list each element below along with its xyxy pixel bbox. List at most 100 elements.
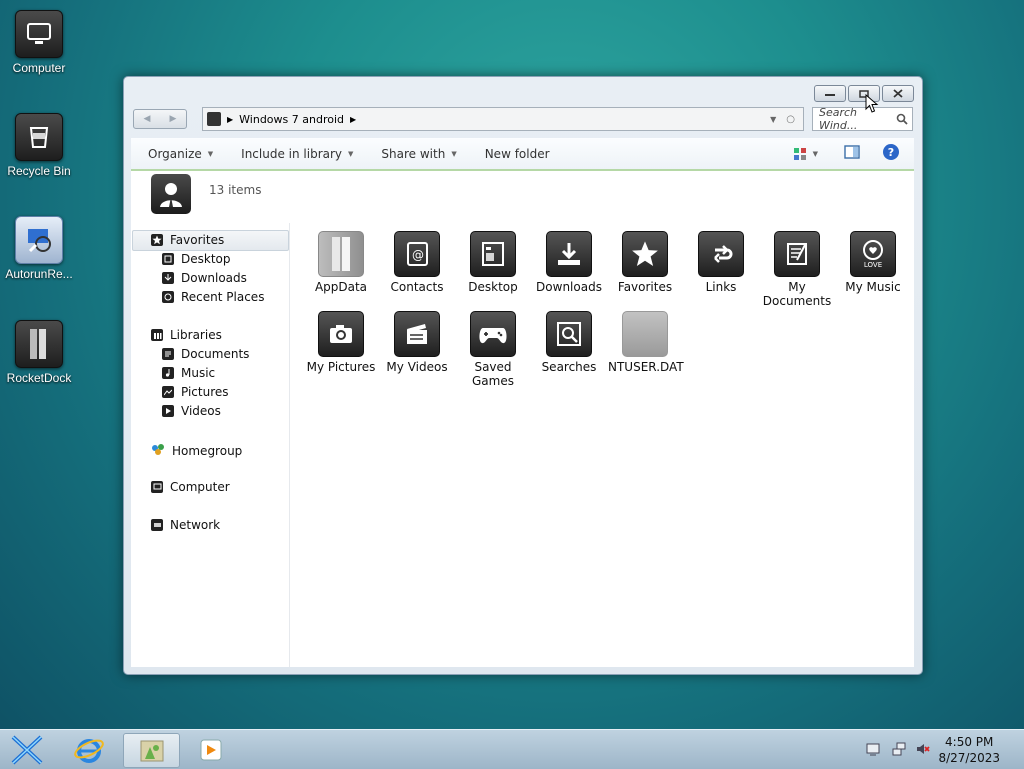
nav-recent-places[interactable]: Recent Places	[162, 290, 264, 304]
user-avatar-icon	[151, 174, 191, 214]
share-with-button[interactable]: Share with ▼	[381, 147, 456, 161]
taskbar-media-player[interactable]	[186, 733, 238, 766]
contacts-icon: @	[394, 231, 440, 277]
camera-icon	[318, 311, 364, 357]
nav-downloads[interactable]: Downloads	[162, 271, 247, 285]
recycle-bin-icon	[15, 113, 63, 161]
user-icon	[207, 112, 221, 126]
search-icon	[546, 311, 592, 357]
desktop-icon-autorun[interactable]: AutorunRe...	[4, 216, 74, 281]
preview-pane-button[interactable]	[844, 145, 860, 162]
minimize-button[interactable]	[814, 85, 846, 102]
window-controls	[814, 85, 914, 102]
clock-time: 4:50 PM	[945, 735, 994, 749]
file-item-favorites[interactable]: Favorites	[608, 231, 682, 294]
close-button[interactable]	[882, 85, 914, 102]
file-label: My Music	[845, 280, 901, 294]
search-box[interactable]: Search Wind...	[812, 106, 913, 132]
file-item-saved-games[interactable]: Saved Games	[456, 311, 530, 388]
chevron-right-icon[interactable]: ▶	[227, 115, 233, 124]
help-button[interactable]: ?	[882, 143, 900, 164]
file-item-my-videos[interactable]: My Videos	[380, 311, 454, 374]
command-bar: Organize ▼ Include in library ▼ Share with…	[131, 138, 914, 171]
nav-pictures[interactable]: Pictures	[162, 385, 229, 399]
file-item-appdata[interactable]: AppData	[304, 231, 378, 294]
network-icon[interactable]	[892, 742, 906, 756]
nav-computer[interactable]: Computer	[151, 480, 230, 494]
organize-button[interactable]: Organize ▼	[148, 147, 213, 161]
file-item-desktop[interactable]: Desktop	[456, 231, 530, 294]
desktop-icon-rocketdock[interactable]: RocketDock	[4, 320, 74, 385]
speaker-muted-icon[interactable]	[916, 742, 930, 756]
file-label: Links	[705, 280, 737, 294]
file-item-my-documents[interactable]: My Documents	[760, 231, 834, 308]
file-item-downloads[interactable]: Downloads	[532, 231, 606, 294]
file-label: My Videos	[386, 360, 448, 374]
clock-date: 8/27/2023	[938, 751, 1000, 765]
nav-desktop[interactable]: Desktop	[162, 252, 231, 266]
nav-documents[interactable]: Documents	[162, 347, 249, 361]
gamepad-icon	[470, 311, 516, 357]
picture-icon	[162, 386, 174, 398]
file-icon	[622, 311, 668, 357]
back-button[interactable]: ◀	[134, 110, 160, 128]
desktop-icon-computer[interactable]: Computer	[4, 10, 74, 75]
include-in-library-button[interactable]: Include in library ▼	[241, 147, 353, 161]
file-item-my-music[interactable]: LOVE My Music	[836, 231, 910, 294]
taskbar-internet-explorer[interactable]	[63, 733, 115, 766]
desktop-icon-label: Recycle Bin	[7, 164, 71, 178]
download-icon	[162, 272, 174, 284]
file-label: Saved Games	[472, 360, 514, 388]
file-item-ntuser-dat[interactable]: NTUSER.DAT	[608, 311, 684, 374]
chevron-right-icon[interactable]: ▶	[350, 115, 356, 124]
nav-favorites[interactable]: Favorites	[151, 233, 224, 247]
document-icon	[774, 231, 820, 277]
taskbar: 4:50 PM 8/27/2023	[0, 729, 1024, 769]
file-label: NTUSER.DAT	[608, 360, 684, 374]
forward-button[interactable]: ▶	[160, 110, 186, 128]
desktop-icon-recycle-bin[interactable]: Recycle Bin	[4, 113, 74, 178]
file-item-my-pictures[interactable]: My Pictures	[304, 311, 378, 374]
minimize-icon	[825, 93, 835, 96]
item-count: 13 items	[209, 183, 262, 197]
media-player-icon	[200, 739, 222, 760]
view-options-button[interactable]: ▼	[793, 147, 818, 161]
file-label: Contacts	[390, 280, 444, 294]
computer-icon	[151, 481, 163, 493]
star-icon	[151, 234, 163, 246]
address-dropdown-icon[interactable]: ▼	[770, 115, 776, 124]
start-x-icon	[11, 735, 43, 764]
address-bar[interactable]: ▶ Windows 7 android ▶ ▼ ○	[202, 107, 804, 131]
search-icon[interactable]	[896, 113, 908, 125]
video-icon	[394, 311, 440, 357]
view-grid-icon	[793, 147, 806, 160]
nav-videos[interactable]: Videos	[162, 404, 221, 418]
nav-network[interactable]: Network	[151, 518, 220, 532]
explorer-window: ◀ ▶ ▶ Windows 7 android ▶ ▼ ○ Search Win…	[123, 76, 923, 675]
file-item-searches[interactable]: Searches	[532, 311, 606, 374]
address-segment[interactable]: Windows 7 android	[239, 113, 344, 126]
file-label: Downloads	[536, 280, 602, 294]
back-forward-buttons: ◀ ▶	[133, 109, 187, 129]
taskbar-file-explorer[interactable]	[123, 733, 180, 768]
navigation-pane: Favorites Desktop Downloads Recent Place…	[131, 223, 290, 667]
close-icon	[893, 89, 903, 98]
document-icon	[162, 348, 174, 360]
refresh-icon[interactable]: ○	[786, 114, 795, 125]
system-clock[interactable]: 4:50 PM 8/27/2023	[938, 734, 1000, 766]
chevron-down-icon: ▼	[348, 149, 354, 158]
file-item-contacts[interactable]: @ Contacts	[380, 231, 454, 294]
folder-icon	[318, 231, 364, 277]
recent-places-icon	[162, 291, 174, 303]
file-label: Searches	[541, 360, 597, 374]
action-center-icon[interactable]	[866, 742, 880, 756]
network-icon	[151, 519, 163, 531]
nav-homegroup[interactable]: Homegroup	[151, 442, 242, 459]
mouse-cursor-icon	[865, 94, 879, 113]
nav-music[interactable]: Music	[162, 366, 215, 380]
new-folder-button[interactable]: New folder	[485, 147, 550, 161]
svg-text:?: ?	[888, 146, 894, 159]
file-item-links[interactable]: Links	[684, 231, 758, 294]
nav-libraries[interactable]: Libraries	[151, 328, 222, 342]
start-button[interactable]	[1, 733, 53, 766]
